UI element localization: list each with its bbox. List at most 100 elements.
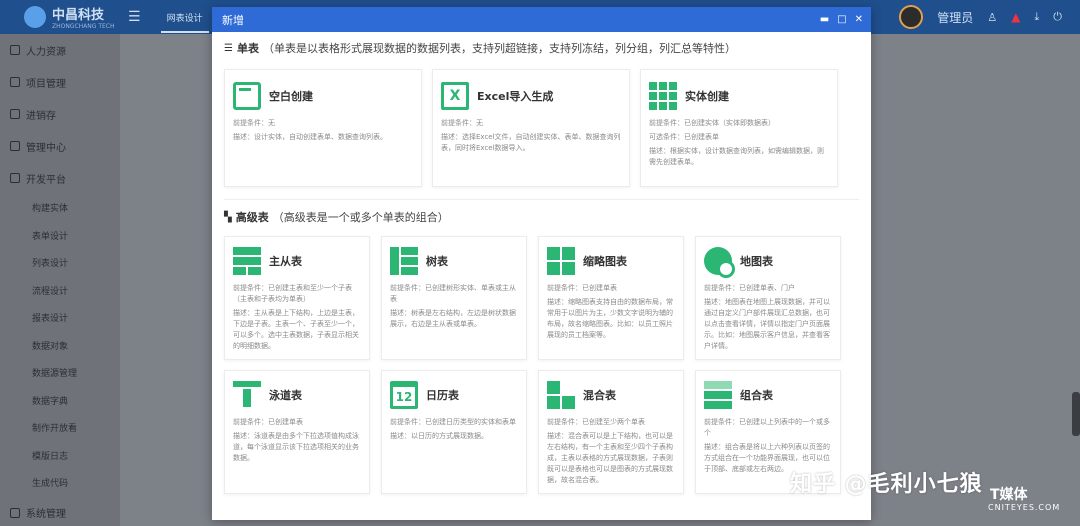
- right-scroll-handle[interactable]: [1072, 392, 1080, 436]
- maximize-icon[interactable]: □: [837, 14, 846, 25]
- card-description: 描述：以日历的方式展现数据。: [390, 432, 488, 440]
- card-excel-import[interactable]: X Excel导入生成 前提条件：无 描述：选择Excel文件，自动创建实体、表单…: [432, 69, 630, 187]
- card-description: 描述：根据实体，设计数据查询列表，如需编辑数据，则需先创建表单。: [649, 147, 824, 166]
- card-description: 描述：设计实体，自动创建表单、数据查询列表。: [233, 133, 387, 141]
- watermark-logo: T媒体: [990, 487, 1028, 503]
- card-title: 缩略图表: [583, 255, 627, 268]
- advanced-table-section-header: ▚ 高级表 （高级表是一个或多个单表的组合）: [224, 208, 859, 226]
- bell-icon[interactable]: ▲: [1011, 10, 1020, 24]
- card-condition: 前提条件：已创建主表和至少一个子表（主表和子表均为单表）: [233, 284, 352, 303]
- master-detail-icon: [233, 247, 261, 275]
- dialog-header: 新增 ▬ □ ✕: [212, 7, 871, 32]
- sidebar-item-system[interactable]: 系统管理: [0, 497, 120, 526]
- card-condition: 前提条件：已创建单表: [547, 284, 617, 292]
- sidebar-subitem[interactable]: 构建实体: [0, 194, 120, 222]
- sidebar-item-management[interactable]: 管理中心: [0, 130, 120, 162]
- card-condition: 前提条件：已创建实体（实体即数据表）: [649, 119, 775, 127]
- card-condition: 前提条件：已创建日历类型的实体和表单: [390, 418, 516, 426]
- card-title: 地图表: [740, 255, 773, 268]
- card-condition: 前提条件：已创建至少两个单表: [547, 418, 645, 426]
- card-entity-create[interactable]: 实体创建 前提条件：已创建实体（实体即数据表） 可选条件：已创建表单 描述：根据…: [640, 69, 838, 187]
- card-map-table[interactable]: 地图表 前提条件：已创建单表、门户 描述：地图表在地图上展现数据，并可以通过自定…: [695, 236, 841, 360]
- sidebar-subitem[interactable]: 数据对象: [0, 332, 120, 360]
- sidebar-subitem[interactable]: 报表设计: [0, 304, 120, 332]
- avatar[interactable]: [899, 5, 924, 29]
- minimize-icon[interactable]: ▬: [820, 14, 829, 25]
- sidebar-subitem[interactable]: 列表设计: [0, 249, 120, 277]
- sidebar: 人力资源 项目管理 进销存 管理中心 开发平台 构建实体 表单设计 列表设计 流…: [0, 34, 120, 526]
- logo-text: 中昌科技: [52, 8, 105, 23]
- section-name: 高级表: [235, 211, 269, 224]
- hr-icon: [10, 45, 20, 55]
- user-name[interactable]: 管理员: [937, 9, 973, 26]
- combo-icon: [704, 381, 732, 409]
- section-name: 单表: [236, 42, 259, 55]
- card-description: 描述：缩略图表支持自由的数据布局，常常用于以图片为主，少数文字说明为辅的布局，故…: [547, 298, 673, 339]
- sidebar-subitem[interactable]: 制作开放看: [0, 414, 120, 442]
- card-title: 树表: [426, 255, 448, 268]
- card-tree-table[interactable]: 树表 前提条件：已创建树形实体、单表或主从表 描述：树表是左右结构，左边是树状数…: [381, 236, 527, 360]
- close-icon[interactable]: ✕: [855, 14, 863, 25]
- blank-table-icon: [233, 82, 261, 110]
- card-thumbnail-table[interactable]: 缩略图表 前提条件：已创建单表 描述：缩略图表支持自由的数据布局，常常用于以图片…: [538, 236, 684, 360]
- card-condition: 前提条件：已创建单表、门户: [704, 284, 795, 292]
- sidebar-subitem[interactable]: 模版日志: [0, 442, 120, 470]
- section-divider: [224, 199, 859, 200]
- card-description: 描述：主从表是上下结构，上边是主表，下边是子表。主表一个、子表至少一个，可以多个…: [233, 309, 359, 350]
- watermark-text: 知乎 @毛利小七狼: [790, 472, 983, 497]
- card-title: Excel导入生成: [477, 90, 554, 103]
- grid-small-icon: ▚: [224, 211, 232, 223]
- card-title: 实体创建: [685, 90, 729, 103]
- list-icon: ☰: [224, 42, 233, 54]
- card-blank-create[interactable]: 空白创建 前提条件：无 描述：设计实体，自动创建表单、数据查询列表。: [224, 69, 422, 187]
- sidebar-item-dev-platform[interactable]: 开发平台: [0, 162, 120, 194]
- card-swimlane-table[interactable]: 泳道表 前提条件：已创建单表 描述：泳道表是由多个下拉选项值构成泳道，每个泳道显…: [224, 370, 370, 494]
- single-table-section-header: ☰ 单表 （单表是以表格形式展现数据的数据列表，支持列超链接，支持列冻结，列分组…: [224, 39, 859, 57]
- card-description: 描述：树表是左右结构，左边是树状数据展示，右边是主从表或单表。: [390, 309, 516, 328]
- sidebar-subitem[interactable]: 数据字典: [0, 387, 120, 415]
- card-description: 描述：地图表在地图上展现数据，并可以通过自定义门户部件展现汇总数据，也可以点击查…: [704, 298, 830, 350]
- user-icon[interactable]: ♙: [987, 11, 997, 24]
- app-logo[interactable]: 中昌科技 ZHONGCHANG TECH: [0, 0, 120, 34]
- card-title: 日历表: [426, 389, 459, 402]
- dev-platform-icon: [10, 173, 20, 183]
- card-title: 空白创建: [269, 90, 313, 103]
- menu-toggle-icon[interactable]: ☰: [128, 9, 141, 25]
- card-description: 描述：泳道表是由多个下拉选项值构成泳道，每个泳道显示该下拉选项相关的业务数据。: [233, 432, 359, 462]
- management-icon: [10, 141, 20, 151]
- card-condition: 前提条件：已创建树形实体、单表或主从表: [390, 284, 516, 303]
- sidebar-item-hr[interactable]: 人力资源: [0, 34, 120, 66]
- sidebar-item-project[interactable]: 项目管理: [0, 66, 120, 98]
- section-desc: （单表是以表格形式展现数据的数据列表，支持列超链接，支持列冻结，列分组，列汇总等…: [262, 42, 736, 55]
- new-table-dialog: 新增 ▬ □ ✕ ☰ 单表 （单表是以表格形式展现数据的数据列表，支持列超链接，…: [212, 7, 871, 520]
- card-condition: 前提条件：无: [441, 119, 483, 127]
- watermark-site: CNITEYES.COM: [988, 503, 1061, 512]
- sidebar-subitem[interactable]: 数据源管理: [0, 359, 120, 387]
- card-calendar-table[interactable]: 12 日历表 前提条件：已创建日历类型的实体和表单 描述：以日历的方式展现数据。: [381, 370, 527, 494]
- sidebar-subitem[interactable]: 生成代码: [0, 469, 120, 497]
- card-title: 混合表: [583, 389, 616, 402]
- logo-subtext: ZHONGCHANG TECH: [52, 23, 115, 30]
- power-icon[interactable]: ⏻: [1053, 10, 1062, 24]
- card-title: 泳道表: [269, 389, 302, 402]
- card-title: 组合表: [740, 389, 773, 402]
- sidebar-subitem[interactable]: 表单设计: [0, 222, 120, 250]
- mixed-icon: [547, 381, 575, 409]
- card-title: 主从表: [269, 255, 302, 268]
- inventory-icon: [10, 109, 20, 119]
- sidebar-subitem[interactable]: 流程设计: [0, 277, 120, 305]
- card-optional: 可选条件：已创建表单: [649, 133, 719, 141]
- system-icon: [10, 507, 20, 518]
- card-mixed-table[interactable]: 混合表 前提条件：已创建至少两个单表 描述：混合表可以是上下结构，也可以是左右结…: [538, 370, 684, 494]
- top-tab-form-design[interactable]: 网表设计: [160, 1, 209, 33]
- card-description: 描述：混合表可以是上下结构，也可以是左右结构，有一个主表和至少四个子表构成，主表…: [547, 432, 673, 484]
- section-desc: （高级表是一个或多个单表的组合）: [272, 211, 449, 224]
- download-icon[interactable]: ⤓: [1034, 10, 1039, 24]
- thumbnail-icon: [547, 247, 575, 275]
- logo-mark-icon: [24, 6, 46, 28]
- sidebar-item-inventory[interactable]: 进销存: [0, 98, 120, 130]
- card-master-detail[interactable]: 主从表 前提条件：已创建主表和至少一个子表（主表和子表均为单表） 描述：主从表是…: [224, 236, 370, 360]
- card-condition: 前提条件：已创建单表: [233, 418, 303, 426]
- project-icon: [10, 77, 20, 87]
- dialog-title: 新增: [222, 13, 244, 27]
